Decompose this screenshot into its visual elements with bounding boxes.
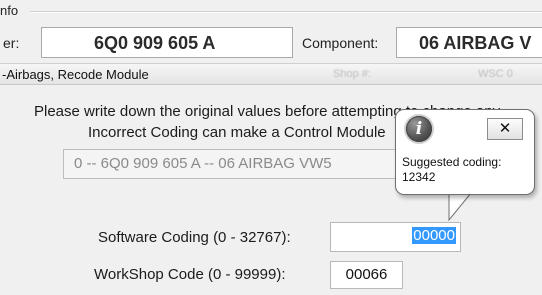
balloon-title: Suggested coding: <box>402 155 502 169</box>
info-icon: i <box>406 116 432 142</box>
balloon-close-button[interactable]: ✕ <box>487 118 523 140</box>
workshop-code-label: WorkShop Code (0 - 99999): <box>94 266 286 283</box>
group-caption: nfo <box>0 3 19 18</box>
warning-line-2: Incorrect Coding can make a Control Modu… <box>88 124 386 141</box>
software-coding-input[interactable]: 00000 <box>330 222 461 252</box>
part-number-label: er: <box>3 35 20 51</box>
software-coding-label: Software Coding (0 - 32767): <box>98 229 291 246</box>
component-field: 06 AIRBAG V <box>396 27 542 58</box>
recode-title-bar: -Airbags, Recode Module Shop #: WSC 0 <box>0 63 542 85</box>
software-coding-value: 00000 <box>412 227 456 244</box>
wsc-label: WSC 0 <box>478 68 513 80</box>
recode-window: nfo er: 6Q0 909 605 A Component: 06 AIRB… <box>0 0 542 295</box>
balloon-pointer <box>448 193 472 222</box>
suggested-coding-value: 12342 <box>402 170 436 184</box>
group-border <box>30 11 542 12</box>
module-info-group: nfo er: 6Q0 909 605 A Component: 06 AIRB… <box>0 0 542 62</box>
component-label: Component: <box>302 35 379 51</box>
workshop-code-input[interactable]: 00066 <box>330 261 403 289</box>
part-number-field: 6Q0 909 605 A <box>41 27 293 58</box>
suggested-coding-balloon: i ✕ Suggested coding: 12342 <box>395 109 535 195</box>
shop-number-label: Shop #: <box>333 68 371 80</box>
window-title: -Airbags, Recode Module <box>2 67 149 82</box>
